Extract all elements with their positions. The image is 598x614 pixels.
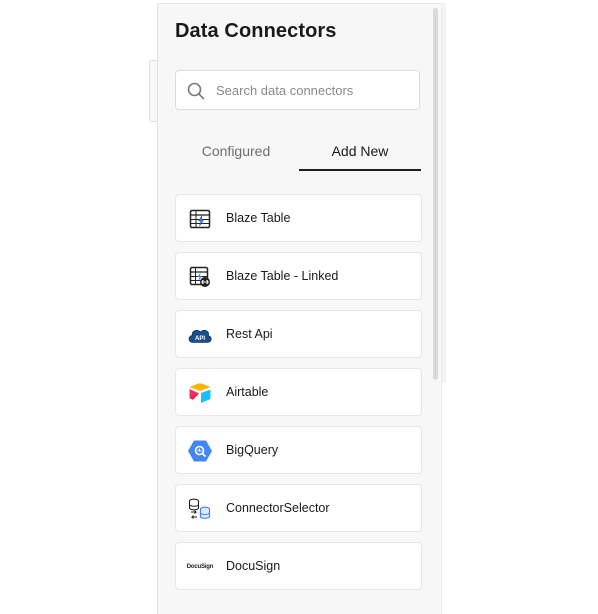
svg-text:API: API bbox=[195, 336, 205, 342]
docusign-icon: DocuSign bbox=[186, 554, 214, 580]
search-input[interactable] bbox=[216, 79, 411, 101]
connector-item-docusign[interactable]: DocuSign DocuSign bbox=[175, 542, 422, 590]
connector-label: DocuSign bbox=[226, 559, 281, 573]
panel-scrollbar[interactable] bbox=[433, 8, 438, 380]
connector-item-bigquery[interactable]: BigQuery bbox=[175, 426, 422, 474]
connector-item-connector-selector[interactable]: ConnectorSelector bbox=[175, 484, 422, 532]
search-icon bbox=[187, 82, 205, 100]
connector-item-blaze-table-linked[interactable]: Blaze Table - Linked bbox=[175, 252, 422, 300]
panel-title: Data Connectors bbox=[175, 20, 337, 42]
connector-label: BigQuery bbox=[226, 443, 279, 457]
connector-item-airtable[interactable]: Airtable bbox=[175, 368, 422, 416]
api-cloud-icon: API bbox=[187, 322, 213, 348]
connector-item-blaze-table[interactable]: Blaze Table bbox=[175, 194, 422, 242]
search-box[interactable] bbox=[175, 70, 420, 110]
connector-label: Blaze Table bbox=[226, 211, 291, 225]
connector-label: Blaze Table - Linked bbox=[226, 269, 339, 283]
database-selector-icon bbox=[187, 496, 213, 522]
table-lightning-icon bbox=[187, 206, 213, 232]
connector-label: Airtable bbox=[226, 385, 269, 399]
bigquery-icon bbox=[187, 438, 213, 464]
airtable-icon bbox=[187, 380, 213, 406]
tab-configured[interactable]: Configured bbox=[175, 143, 297, 169]
connector-label: Rest Api bbox=[226, 327, 273, 341]
tab-add-new[interactable]: Add New bbox=[299, 143, 421, 171]
docusign-logo: DocuSign bbox=[186, 564, 214, 570]
connector-label: ConnectorSelector bbox=[226, 501, 330, 515]
connector-list: Blaze Table Blaze Table - Linked API Res… bbox=[175, 194, 422, 600]
connector-item-rest-api[interactable]: API Rest Api bbox=[175, 310, 422, 358]
table-link-icon bbox=[187, 264, 213, 290]
